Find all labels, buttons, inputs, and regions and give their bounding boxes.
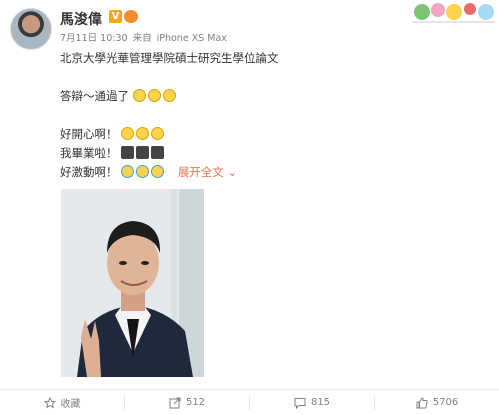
- post-line-4: 我畢業啦！: [60, 145, 166, 161]
- smile-emoji-icon: [151, 127, 165, 140]
- favorite-label: 收藏: [60, 399, 81, 410]
- action-bar: 收藏 512 815 5706: [0, 390, 499, 415]
- cry-emoji-icon: [121, 165, 135, 178]
- smile-emoji-icon: [121, 127, 135, 140]
- post-line-5: 好激動啊！ 展开全文 ⌄: [60, 165, 238, 179]
- mask-emoji-icon: [132, 89, 146, 102]
- post-meta: 7月11日 10:30 来自 iPhone XS Max: [60, 30, 229, 44]
- portrait-image: [61, 189, 204, 377]
- graduate-emoji-icon: [151, 146, 165, 159]
- mask-emoji-icon: [162, 89, 176, 102]
- repost-button[interactable]: 512: [125, 390, 249, 415]
- cry-emoji-icon: [136, 165, 150, 178]
- thumbs-up-icon: [416, 396, 428, 408]
- avatar[interactable]: [10, 8, 52, 50]
- post-line-3: 好開心啊！: [60, 126, 166, 142]
- post-photo[interactable]: [61, 189, 204, 377]
- corner-decoration-icon: [408, 0, 499, 26]
- like-count: 5706: [432, 397, 459, 408]
- verified-badge-icon: V: [109, 10, 122, 23]
- mask-emoji-icon: [147, 89, 161, 102]
- comment-icon: [294, 397, 306, 409]
- member-icon[interactable]: [124, 10, 138, 23]
- like-button[interactable]: 5706: [375, 390, 499, 415]
- chevron-down-icon: ⌄: [227, 165, 238, 179]
- cry-emoji-icon: [151, 165, 165, 178]
- graduate-emoji-icon: [136, 146, 150, 159]
- post-date[interactable]: 7月11日 10:30: [60, 33, 128, 44]
- comment-button[interactable]: 815: [250, 390, 374, 415]
- repost-icon: [169, 397, 181, 408]
- post-line-1: 北京大學光華管理學院碩士研究生學位論文: [60, 51, 279, 65]
- graduate-emoji-icon: [121, 146, 135, 159]
- favorite-button[interactable]: 收藏: [0, 390, 124, 415]
- source-prefix: 来自: [132, 33, 152, 44]
- post-source[interactable]: iPhone XS Max: [157, 33, 227, 44]
- expand-full-text-link[interactable]: 展开全文 ⌄: [178, 165, 237, 179]
- repost-count: 512: [185, 397, 206, 408]
- star-icon: [43, 396, 56, 408]
- comment-count: 815: [310, 397, 331, 408]
- smile-emoji-icon: [136, 127, 150, 140]
- username[interactable]: 馬浚偉: [60, 9, 102, 29]
- post-line-2: 答辯～通過了: [60, 88, 178, 104]
